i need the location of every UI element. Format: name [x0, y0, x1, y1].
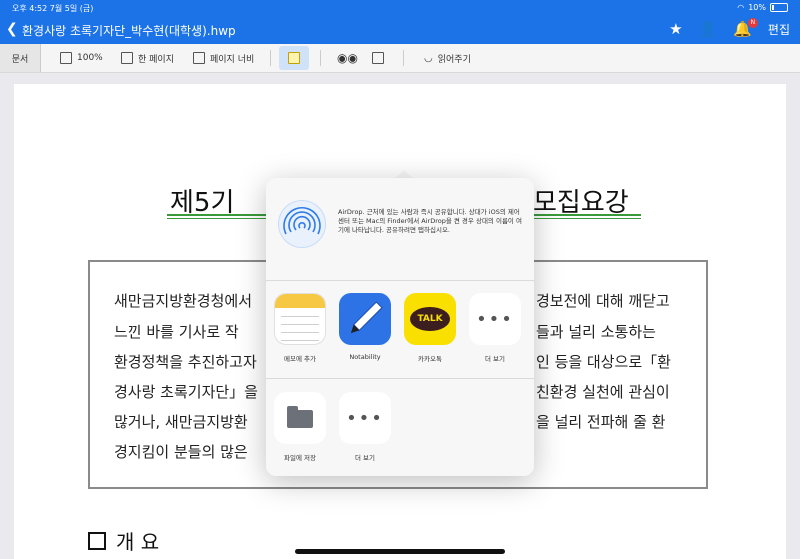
box-line-right: 친환경 실천에 관심이: [536, 383, 670, 401]
page-width-label: 페이지 너비: [210, 54, 255, 65]
share-app-label: 카카오톡: [418, 355, 442, 363]
share-user-icon[interactable]: 👤: [699, 20, 718, 38]
share-app-more[interactable]: ••• 더 보기: [467, 293, 523, 363]
toolbar-divider: [320, 50, 321, 66]
box-line-left: 환경정책을 추진하고자: [114, 353, 257, 371]
more-icon: •••: [339, 392, 391, 444]
goto-button[interactable]: [372, 44, 384, 72]
box-line-right: 들과 널리 소통하는: [536, 323, 656, 341]
share-app-label: 더 보기: [484, 355, 505, 363]
notability-app-icon: [339, 293, 391, 345]
lips-icon: ◡: [424, 52, 433, 64]
share-app-kakaotalk[interactable]: TALK 카카오톡: [402, 293, 458, 363]
goto-icon: [372, 52, 384, 64]
section-heading: 개 요: [88, 526, 159, 555]
page-width-button[interactable]: 페이지 너비: [193, 44, 254, 72]
toolbar: 문서 100% 한 페이지 페이지 너비 ◉◉ ◡ 읽어주기: [0, 44, 800, 73]
pencil-icon: [350, 301, 383, 334]
share-app-notes[interactable]: 메모에 추가: [272, 293, 328, 363]
wifi-icon: ◠: [737, 3, 745, 12]
zoom-button[interactable]: 100%: [60, 44, 103, 72]
box-line-right: 경보전에 대해 깨닫고: [536, 292, 670, 310]
folder-icon: [274, 392, 326, 444]
section-heading-text: 개 요: [116, 530, 160, 554]
notification-badge: N: [747, 18, 758, 28]
box-line-left: 경사랑 초록기자단」을: [114, 383, 258, 401]
share-sheet: AirDrop. 근처에 있는 사람과 즉시 공유합니다. 상대가 iOS의 제…: [266, 178, 534, 476]
share-app-notability[interactable]: Notability: [337, 293, 393, 361]
airdrop-icon[interactable]: [278, 200, 326, 248]
status-time-date: 오후 4:52 7월 5일 (금): [12, 4, 94, 13]
zoom-label: 100%: [77, 53, 103, 63]
star-icon[interactable]: ★: [669, 20, 682, 38]
box-line-left: 느낀 바를 기사로 작: [114, 323, 239, 341]
box-line-right: 을 널리 전파해 줄 환: [536, 413, 666, 431]
bell-icon[interactable]: 🔔 N: [733, 18, 758, 38]
more-icon: •••: [469, 293, 521, 345]
toolbar-divider: [270, 50, 271, 66]
share-action-label: 더 보기: [354, 454, 375, 462]
annotate-tool-button[interactable]: [279, 46, 309, 70]
home-indicator[interactable]: [295, 549, 505, 554]
share-app-label: 메모에 추가: [284, 355, 316, 363]
toolbar-divider: [403, 50, 404, 66]
tab-document[interactable]: 문서: [0, 44, 41, 72]
tab-document-label: 문서: [11, 54, 29, 65]
one-page-button[interactable]: 한 페이지: [121, 44, 174, 72]
share-divider: [266, 378, 534, 379]
kakaotalk-app-icon: TALK: [404, 293, 456, 345]
share-action-label: 파일에 저장: [284, 454, 316, 462]
title-bar: ❮ 환경사랑 초록기자단_박수현(대학생).hwp ★ 👤 🔔 N 편집: [0, 16, 800, 44]
battery-percent: 10%: [748, 3, 766, 12]
page-icon: [121, 52, 133, 64]
note-icon: [288, 52, 300, 64]
edit-button[interactable]: 편집: [768, 21, 790, 38]
status-right: ◠ 10%: [737, 3, 788, 12]
checkbox-square-icon: [88, 532, 106, 550]
title-icons: ★ 👤 🔔 N 편집: [669, 18, 790, 38]
find-button[interactable]: ◉◉: [337, 44, 358, 72]
box-line-right: 인 등을 대상으로「환: [536, 353, 671, 371]
read-aloud-button[interactable]: ◡ 읽어주기: [424, 44, 471, 72]
status-bar: 오후 4:52 7월 5일 (금) ◠ 10%: [0, 0, 800, 16]
file-title: 환경사랑 초록기자단_박수현(대학생).hwp: [22, 24, 236, 38]
binoculars-icon: ◉◉: [337, 51, 358, 65]
read-aloud-label: 읽어주기: [437, 54, 471, 65]
share-divider: [266, 280, 534, 281]
box-line-left: 경지킴이 분들의 많은: [114, 443, 248, 461]
one-page-label: 한 페이지: [138, 54, 174, 65]
airdrop-description: AirDrop. 근처에 있는 사람과 즉시 공유합니다. 상대가 iOS의 제…: [338, 208, 522, 234]
airdrop-rings: [283, 207, 321, 235]
page-width-icon: [193, 52, 205, 64]
notes-app-icon: [274, 293, 326, 345]
kakaotalk-icon-text: TALK: [410, 307, 450, 331]
share-action-more[interactable]: ••• 더 보기: [337, 392, 393, 462]
share-app-label: Notability: [349, 353, 381, 361]
share-action-save-to-files[interactable]: 파일에 저장: [272, 392, 328, 462]
zoom-icon: [60, 52, 72, 64]
box-line-left: 새만금지방환경청에서: [114, 292, 253, 310]
box-line-left: 많거나, 새만금지방환: [114, 413, 248, 431]
battery-icon: [770, 3, 788, 12]
chevron-left-icon[interactable]: ❮: [6, 21, 18, 37]
